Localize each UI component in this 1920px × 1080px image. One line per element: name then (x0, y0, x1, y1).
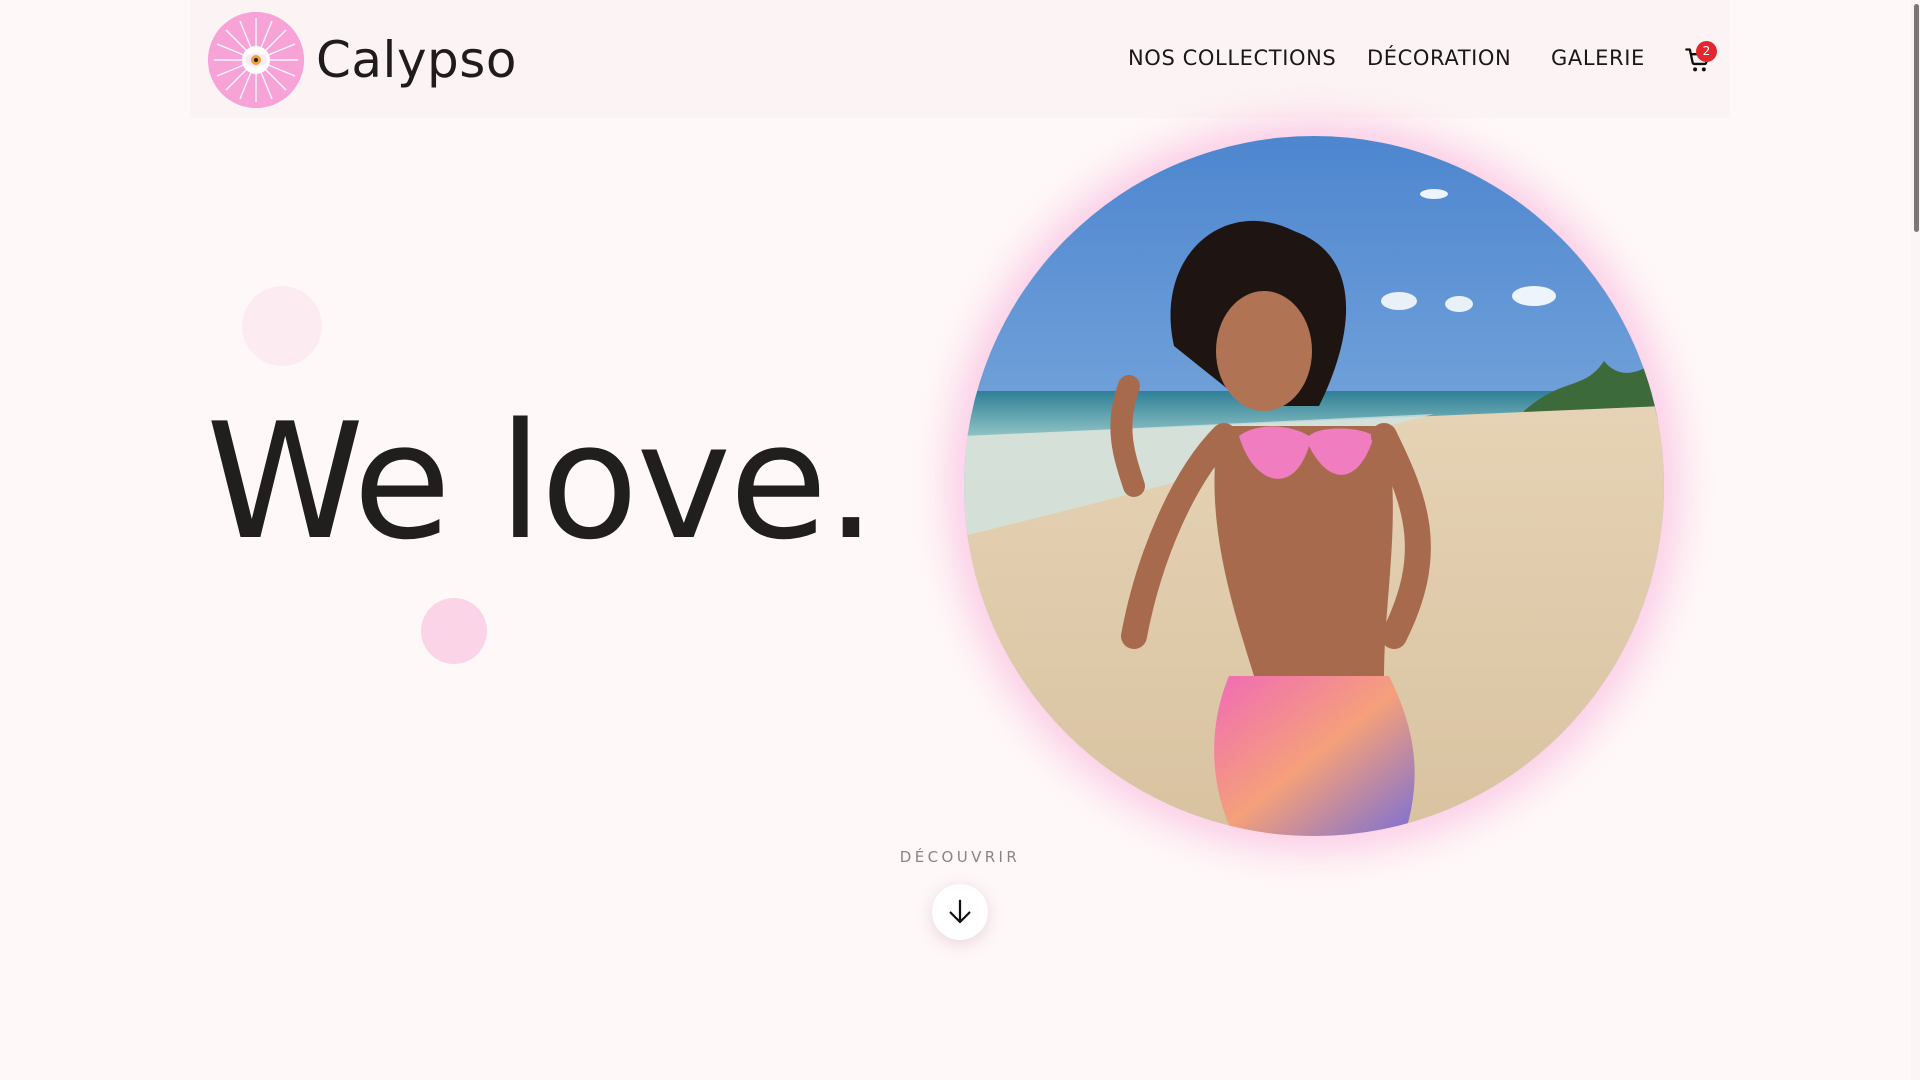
cart-count-badge: 2 (1696, 41, 1717, 62)
decorative-dot (421, 598, 487, 664)
nav-item-decoration[interactable]: DÉCORATION (1367, 46, 1511, 70)
nav-item-galerie[interactable]: GALERIE (1551, 46, 1645, 70)
hero-headline: We love. (206, 388, 876, 575)
discover-scroll-button[interactable] (932, 884, 988, 940)
site-header: Calypso NOS COLLECTIONS DÉCORATION GALER… (190, 0, 1730, 118)
scrollbar-thumb[interactable] (1914, 4, 1919, 232)
beach-woman-photo (964, 136, 1664, 836)
discover-label: DÉCOUVRIR (899, 848, 1021, 866)
sun-eye-logo-icon[interactable] (208, 12, 304, 108)
brand-name[interactable]: Calypso (316, 28, 517, 92)
nav-item-collections[interactable]: NOS COLLECTIONS (1128, 46, 1336, 70)
arrow-down-icon (949, 899, 971, 924)
decorative-dot (242, 286, 322, 366)
cart-button[interactable]: 2 (1684, 41, 1717, 76)
